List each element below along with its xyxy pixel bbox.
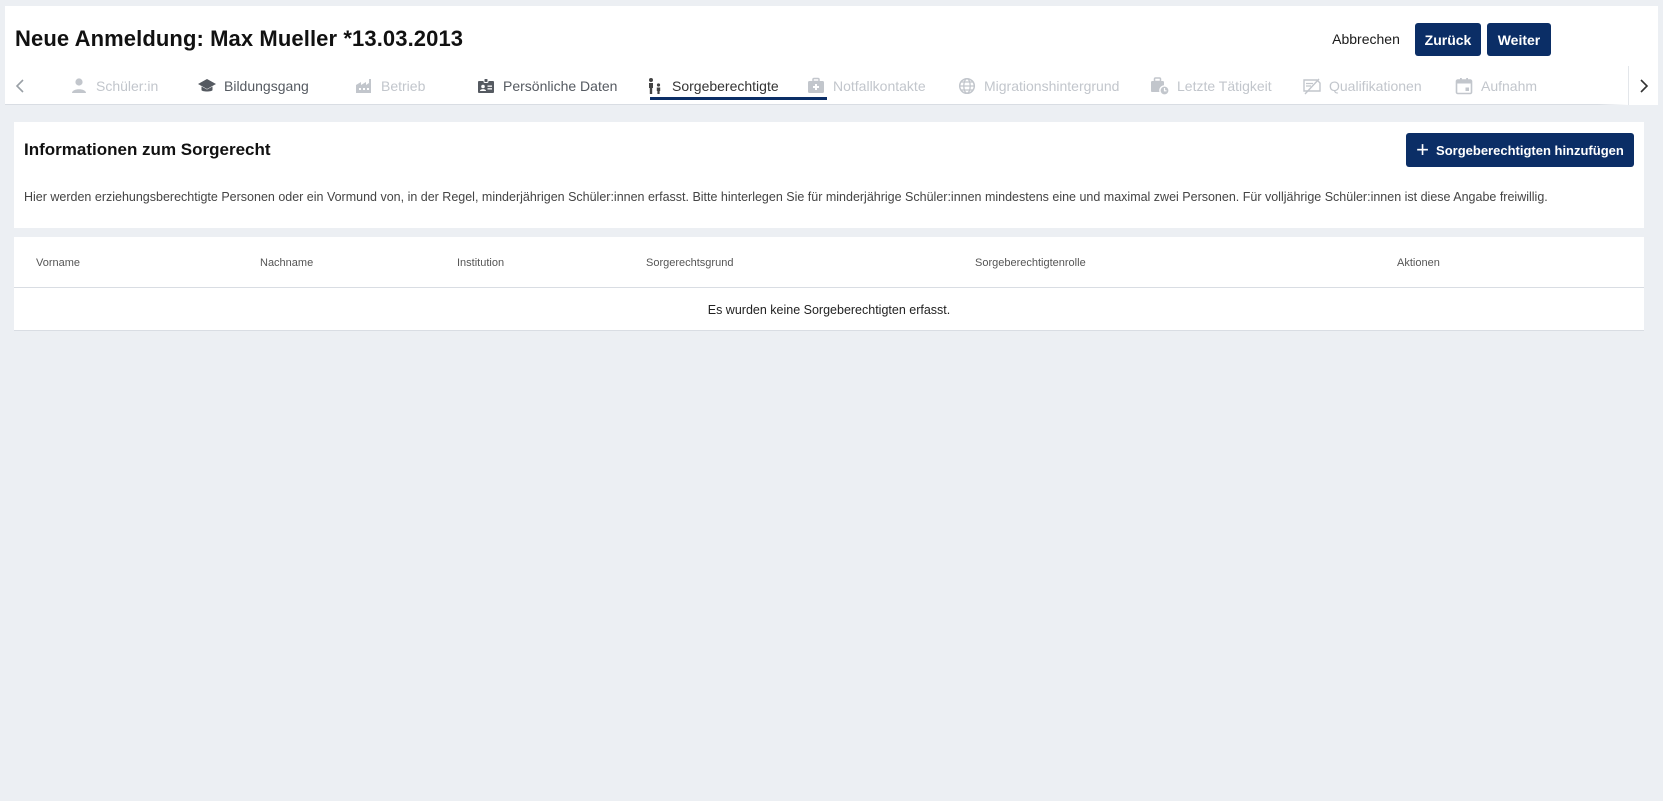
tabs-scroll-right[interactable] — [1628, 66, 1658, 105]
tab-label: Schüler:in — [96, 77, 159, 94]
tab-label: Letzte Tätigkeit — [1177, 77, 1272, 94]
step-tabs: Schüler:in Bildungsgang Betrieb Persönli… — [5, 66, 1658, 105]
certificate-icon — [1302, 76, 1322, 96]
page-header: Neue Anmeldung: Max Mueller *13.03.2013 … — [5, 6, 1658, 105]
cancel-button[interactable]: Abbrechen — [1327, 23, 1405, 55]
tab-schueler[interactable]: Schüler:in — [69, 66, 158, 105]
next-button[interactable]: Weiter — [1487, 23, 1551, 56]
chevron-left-icon — [15, 78, 24, 93]
column-header-sorgeberechtigtenrolle[interactable]: Sorgeberechtigtenrolle — [975, 257, 1086, 269]
tab-label: Qualifikationen — [1329, 77, 1422, 94]
tab-label: Sorgeberechtigte — [672, 77, 779, 94]
tab-label: Notfallkontakte — [833, 77, 926, 94]
tab-label: Aufnahm — [1481, 77, 1538, 94]
work-history-icon — [1150, 76, 1170, 96]
chevron-right-icon — [1639, 78, 1648, 93]
tabs-fade — [1598, 66, 1628, 105]
page-title: Neue Anmeldung: Max Mueller *13.03.2013 — [15, 26, 464, 51]
column-header-aktionen: Aktionen — [1397, 257, 1440, 269]
add-guardian-button[interactable]: + Sorgeberechtigten hinzufügen — [1406, 133, 1634, 167]
factory-icon — [354, 76, 374, 96]
add-guardian-label: Sorgeberechtigten hinzufügen — [1436, 142, 1624, 158]
guardians-table: Vorname Nachname Institution Sorgerechts… — [14, 237, 1644, 331]
id-badge-icon — [476, 76, 496, 96]
plus-icon: + — [1416, 137, 1430, 162]
calendar-icon — [1454, 76, 1474, 96]
tab-betrieb[interactable]: Betrieb — [354, 66, 425, 105]
section-title: Informationen zum Sorgerecht — [24, 140, 271, 159]
tab-label: Persönliche Daten — [503, 77, 618, 94]
column-header-institution[interactable]: Institution — [457, 257, 504, 269]
tab-aufnahme[interactable]: Aufnahm — [1454, 66, 1537, 105]
tab-persoenliche-daten[interactable]: Persönliche Daten — [476, 66, 617, 105]
active-tab-indicator — [650, 97, 827, 100]
table-header: Vorname Nachname Institution Sorgerechts… — [14, 237, 1644, 288]
tab-letzte-taetigkeit[interactable]: Letzte Tätigkeit — [1150, 66, 1272, 105]
tab-label: Bildungsgang — [224, 77, 309, 94]
graduation-cap-icon — [197, 76, 217, 96]
column-header-vorname[interactable]: Vorname — [36, 257, 80, 269]
section-description: Hier werden erziehungsberechtigte Person… — [24, 190, 1548, 204]
tabs-scroll-left[interactable] — [5, 66, 35, 105]
column-header-nachname[interactable]: Nachname — [260, 257, 313, 269]
globe-icon — [957, 76, 977, 96]
tab-label: Migrationshintergrund — [984, 77, 1120, 94]
tab-bildungsgang[interactable]: Bildungsgang — [197, 66, 309, 105]
tab-label: Betrieb — [381, 77, 426, 94]
tab-migrationshintergrund[interactable]: Migrationshintergrund — [957, 66, 1119, 105]
family-icon — [645, 76, 665, 96]
person-icon — [69, 76, 89, 96]
column-header-sorgerechtsgrund[interactable]: Sorgerechtsgrund — [646, 257, 733, 269]
table-empty-message: Es wurden keine Sorgeberechtigten erfass… — [707, 302, 951, 317]
custody-info-card: Informationen zum Sorgerecht + Sorgebere… — [14, 122, 1644, 228]
back-button[interactable]: Zurück — [1415, 23, 1481, 56]
medical-kit-icon — [806, 76, 826, 96]
tab-qualifikationen[interactable]: Qualifikationen — [1302, 66, 1422, 105]
